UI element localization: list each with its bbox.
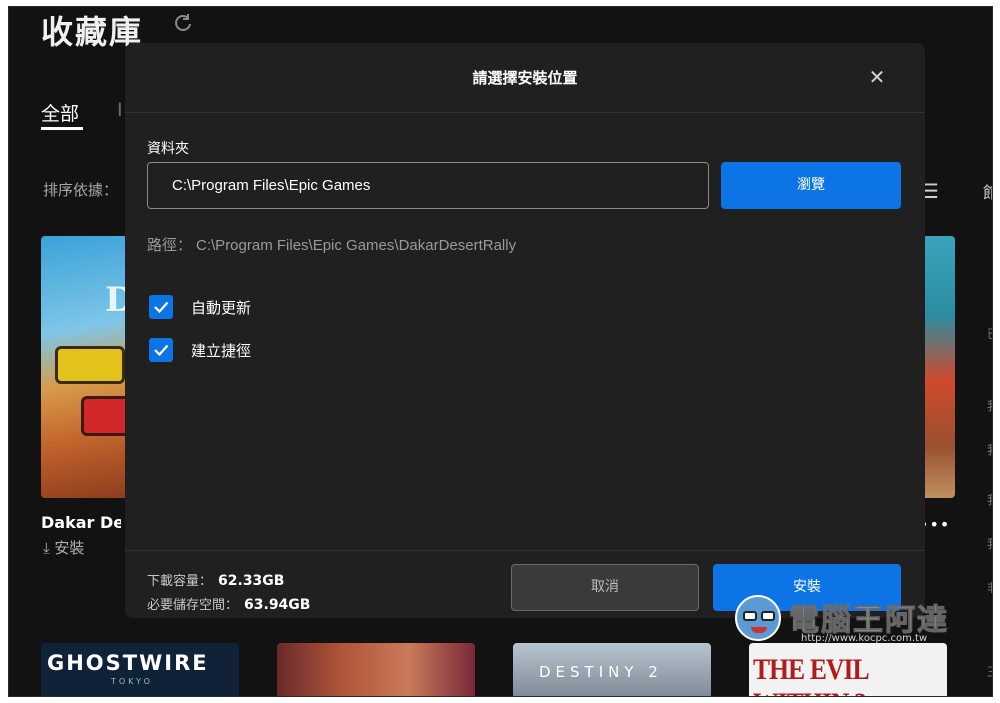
mascot-mouth <box>751 627 767 633</box>
create-shortcut-checkbox[interactable] <box>149 338 173 362</box>
game-logo-sub: TOKYO <box>111 677 153 686</box>
install-path: 路徑： C:\Program Files\Epic Games\DakarDese… <box>147 234 516 255</box>
path-value: C:\Program Files\Epic Games\DakarDesertR… <box>196 237 517 254</box>
game-logo: DESTINY 2 <box>539 663 663 681</box>
create-shortcut-label[interactable]: 建立捷徑 <box>191 340 251 361</box>
watermark-url: http://www.kocpc.com.tw <box>801 633 928 644</box>
path-label: 路徑： <box>147 237 193 254</box>
download-size-label: 下載容量： <box>147 574 213 589</box>
epic-launcher-window: 收藏庫 全部 I 排序依據： ☰ 館 D Dakar Dese ⤓ 安裝 •••… <box>8 6 993 697</box>
game-card-destiny[interactable]: DESTINY 2 <box>513 643 711 696</box>
game-logo: GHOSTWIRE <box>47 651 209 675</box>
folder-label: 資料夾 <box>147 141 189 157</box>
download-size-value: 62.33GB <box>218 573 285 589</box>
refresh-icon[interactable] <box>173 13 195 35</box>
filter-panel-title: 館 <box>983 179 992 203</box>
mascot-eye <box>743 611 757 621</box>
required-space-value: 63.94GB <box>244 597 311 613</box>
tab-installed[interactable]: I <box>117 99 123 121</box>
check-icon <box>154 301 169 314</box>
watermark: 電腦王阿達 http://www.kocpc.com.tw <box>735 591 985 655</box>
install-location-dialog: 請選擇安裝位置 ✕ 資料夾 瀏覽 路徑：C:\Program Files\Epi… <box>125 43 925 618</box>
game-logo: THE EVIL WITHIN 2 <box>753 653 868 696</box>
folder-path-input[interactable] <box>147 162 709 209</box>
divider <box>125 550 925 551</box>
filter-item[interactable]: 我 <box>987 491 992 508</box>
watermark-mascot <box>735 595 781 641</box>
install-label: 安裝 <box>54 539 85 557</box>
game-title[interactable]: Dakar Dese <box>41 513 121 532</box>
browse-button[interactable]: 瀏覽 <box>721 162 901 209</box>
cancel-button[interactable]: 取消 <box>511 564 699 611</box>
check-icon <box>154 344 169 357</box>
auto-update-checkbox[interactable] <box>149 295 173 319</box>
required-space: 必要儲存空間： 63.94GB <box>147 594 310 613</box>
close-icon[interactable]: ✕ <box>865 65 889 89</box>
tab-all[interactable]: 全部 <box>41 99 79 126</box>
dialog-title: 請選擇安裝位置 <box>472 69 578 87</box>
filter-item[interactable]: 我 <box>987 441 992 458</box>
game-card-tales[interactable] <box>277 643 475 696</box>
active-tab-indicator <box>41 127 83 130</box>
filter-item[interactable]: 我 <box>987 535 992 552</box>
filter-item[interactable]: 王 <box>987 663 992 680</box>
mascot-eye <box>761 611 775 621</box>
filter-item[interactable]: 非 <box>987 579 992 596</box>
auto-update-label[interactable]: 自動更新 <box>191 297 251 318</box>
truck-art <box>55 346 125 384</box>
game-card-ghostwire[interactable]: GHOSTWIRE TOKYO <box>41 643 239 696</box>
sort-label[interactable]: 排序依據： <box>43 179 118 200</box>
download-icon: ⤓ <box>43 539 50 557</box>
required-space-label: 必要儲存空間： <box>147 598 239 613</box>
filter-item[interactable]: 我 <box>987 397 992 414</box>
divider <box>125 112 925 113</box>
download-size: 下載容量： 62.33GB <box>147 570 284 589</box>
game-install-link[interactable]: ⤓ 安裝 <box>43 537 84 558</box>
filter-item[interactable]: 已 <box>987 325 992 342</box>
